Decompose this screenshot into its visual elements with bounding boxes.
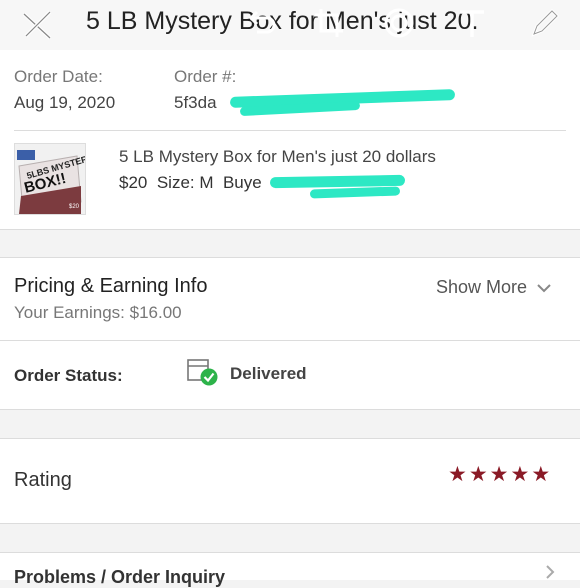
item-price: $20 xyxy=(119,173,148,192)
chevron-right-icon xyxy=(546,565,555,579)
svg-text:$20: $20 xyxy=(69,204,80,210)
item-meta: $20 Size: M Buye xyxy=(119,173,262,193)
order-number-value: 5f3da xyxy=(174,93,217,112)
undo-icon[interactable] xyxy=(245,6,279,40)
pencil-icon[interactable] xyxy=(528,6,562,40)
problems-label[interactable]: Problems / Order Inquiry xyxy=(14,567,225,588)
star-icon: ★ xyxy=(531,463,551,486)
order-status-label: Order Status: xyxy=(14,366,123,385)
star-icon: ★ xyxy=(448,463,467,486)
order-number-label: Order #: xyxy=(174,67,237,86)
pricing-title: Pricing & Earning Info xyxy=(14,275,208,297)
close-icon[interactable] xyxy=(18,6,56,44)
divider xyxy=(14,130,566,131)
item-title[interactable]: 5 LB Mystery Box for Men's just 20 dolla… xyxy=(119,147,436,167)
item-buyer: Buye xyxy=(222,173,262,192)
show-more-button[interactable]: Show More xyxy=(436,277,552,298)
order-date-label: Order Date: xyxy=(14,67,103,86)
divider xyxy=(0,523,580,524)
divider xyxy=(0,409,580,410)
rating-stars: ★★★★★ xyxy=(446,462,550,487)
listing-title: 5 LB Mystery Box for Men's just 20. xyxy=(86,7,479,35)
sticker-icon[interactable] xyxy=(382,6,416,40)
show-more-label: Show More xyxy=(436,277,528,297)
earnings-text: Your Earnings: $16.00 xyxy=(14,303,182,322)
item-thumbnail[interactable]: 5LBS MYSTERY BOX!! $20 xyxy=(14,143,86,215)
order-date-value: Aug 19, 2020 xyxy=(14,93,116,112)
divider xyxy=(0,229,580,230)
text-tool-icon[interactable] xyxy=(455,6,489,40)
crop-icon[interactable] xyxy=(312,6,346,40)
item-size: Size: M xyxy=(156,173,214,192)
star-icon: ★ xyxy=(510,463,530,486)
divider xyxy=(0,552,580,553)
divider xyxy=(0,438,580,439)
order-status-value: Delivered xyxy=(230,364,307,383)
rating-label: Rating xyxy=(14,469,72,491)
star-icon: ★ xyxy=(489,463,509,486)
divider xyxy=(0,257,580,258)
delivered-box-icon xyxy=(187,359,218,386)
pricing-section xyxy=(0,258,580,340)
chevron-down-icon xyxy=(537,284,551,293)
star-icon: ★ xyxy=(468,463,488,486)
